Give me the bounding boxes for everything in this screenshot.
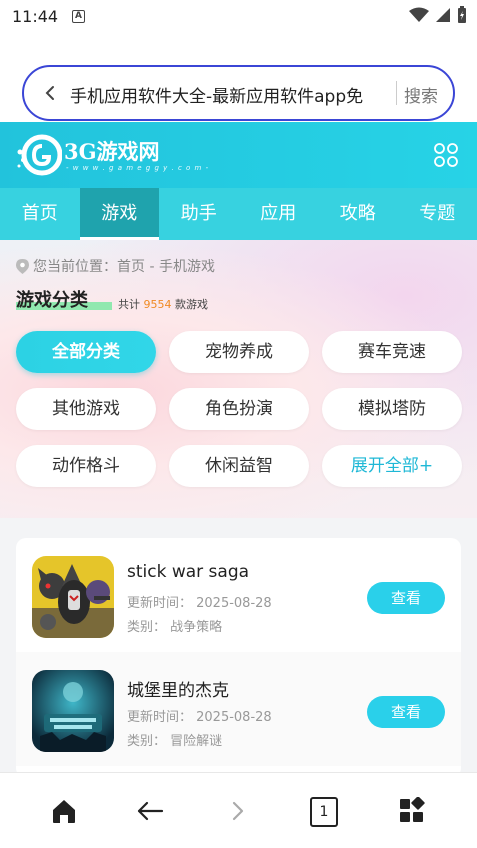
battery-icon — [458, 6, 466, 23]
nav-item-apps[interactable]: 应用 — [239, 188, 319, 240]
address-text[interactable]: 手机应用软件大全-最新应用软件app免 — [70, 82, 370, 107]
game-update-date: 更新时间： 2025-08-28 — [127, 710, 272, 725]
chip-pet[interactable]: 宠物养成 — [169, 331, 309, 373]
nav-item-topics[interactable]: 专题 — [398, 188, 477, 240]
status-bar: 11:44 A — [0, 0, 477, 36]
status-time: 11:44 — [12, 7, 59, 26]
home-icon[interactable] — [50, 797, 78, 825]
apps-grid-icon[interactable] — [398, 797, 426, 825]
divider — [396, 81, 397, 105]
signal-icon — [436, 8, 450, 22]
browser-toolbar: 手机应用软件大全-最新应用软件app免 搜索 — [0, 36, 477, 122]
game-category: 类别： 战争策略 — [127, 620, 223, 635]
browser-bottom-bar: 1 — [0, 772, 477, 848]
count-number: 9554 — [143, 298, 172, 311]
logo-icon[interactable] — [16, 134, 62, 176]
search-button[interactable]: 搜索 — [404, 82, 438, 107]
chip-racing[interactable]: 赛车竞速 — [322, 331, 462, 373]
game-icon-stick-war[interactable] — [32, 556, 114, 638]
game-list: stick war saga 更新时间： 2025-08-28 类别： 战争策略… — [16, 538, 461, 778]
location-pin-icon — [16, 258, 29, 274]
game-update-date: 更新时间： 2025-08-28 — [127, 596, 272, 611]
list-item[interactable]: stick war saga 更新时间： 2025-08-28 类别： 战争策略… — [16, 538, 461, 652]
chip-casual[interactable]: 休闲益智 — [169, 445, 309, 487]
back-arrow-icon[interactable] — [136, 797, 164, 825]
status-icons — [409, 6, 467, 24]
tabs-button[interactable]: 1 — [310, 797, 338, 827]
forward-icon[interactable] — [224, 797, 252, 825]
category-count: 共计 9554 款游戏 — [118, 296, 208, 312]
chip-tower-defense[interactable]: 模拟塔防 — [322, 388, 462, 430]
game-name[interactable]: stick war saga — [127, 562, 249, 582]
category-title: 游戏分类 — [16, 290, 88, 311]
chip-action[interactable]: 动作格斗 — [16, 445, 156, 487]
chip-other[interactable]: 其他游戏 — [16, 388, 156, 430]
logo-text[interactable]: 3G游戏网 — [64, 136, 160, 166]
breadcrumb-text: 您当前位置：首页 - 手机游戏 — [33, 259, 215, 275]
game-icon-castle-jack[interactable] — [32, 670, 114, 752]
game-category: 类别： 冒险解谜 — [127, 734, 223, 749]
notification-icon: A — [72, 10, 85, 23]
main-nav: 首页 游戏 助手 应用 攻略 专题 — [0, 188, 477, 240]
logo-subtitle: - w w w . g a m e g g y . c o m - — [66, 164, 210, 172]
view-button[interactable]: 查看 — [367, 582, 445, 614]
wifi-icon — [409, 7, 429, 22]
nav-item-guides[interactable]: 攻略 — [318, 188, 398, 240]
game-name[interactable]: 城堡里的杰克 — [127, 676, 229, 701]
chip-expand-all[interactable]: 展开全部+ — [322, 445, 462, 487]
list-item[interactable]: 城堡里的杰克 更新时间： 2025-08-28 类别： 冒险解谜 查看 — [16, 652, 461, 766]
address-bar[interactable]: 手机应用软件大全-最新应用软件app免 搜索 — [22, 65, 455, 121]
chip-rpg[interactable]: 角色扮演 — [169, 388, 309, 430]
count-suffix: 款游戏 — [175, 298, 208, 311]
chip-all[interactable]: 全部分类 — [16, 331, 156, 373]
view-button[interactable]: 查看 — [367, 696, 445, 728]
count-prefix: 共计 — [118, 298, 140, 311]
site-header: 3G游戏网 - w w w . g a m e g g y . c o m - — [0, 122, 477, 188]
nav-item-home[interactable]: 首页 — [0, 188, 80, 240]
nav-item-assistant[interactable]: 助手 — [159, 188, 239, 240]
breadcrumb: 您当前位置：首页 - 手机游戏 — [16, 256, 215, 276]
nav-item-games[interactable]: 游戏 — [79, 188, 159, 240]
category-panel: 您当前位置：首页 - 手机游戏 游戏分类 共计 9554 款游戏 全部分类 宠物… — [0, 240, 477, 518]
menu-icon[interactable] — [433, 142, 459, 168]
chevron-left-icon[interactable] — [40, 83, 60, 103]
